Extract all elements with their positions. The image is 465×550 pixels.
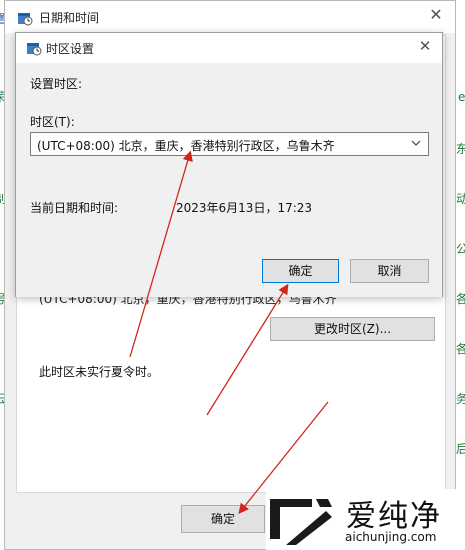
datetime-app-icon [17, 10, 33, 29]
chevron-down-icon [410, 136, 422, 153]
watermark-brand-cn: 爱纯净 [346, 499, 442, 534]
background-fragment: e [458, 90, 465, 104]
dialog-titlebar: 日期和时间 ✕ [5, 1, 455, 33]
dialog-title: 时区设置 [46, 42, 95, 56]
watermark-brand-en: aichunjing.com [345, 530, 437, 544]
cancel-button[interactable]: 取消 [350, 259, 429, 283]
timezone-label: 时区(T): [30, 115, 75, 129]
timezone-selected-value: (UTC+08:00) 北京，重庆，香港特别行政区，乌鲁木齐 [37, 139, 335, 153]
background-fragment: 公 [456, 242, 465, 256]
watermark-logo-icon [266, 493, 338, 550]
background-fragment: 东 [456, 142, 465, 156]
close-icon[interactable]: ✕ [427, 6, 445, 24]
background-fragment: 各 [456, 342, 465, 356]
close-icon[interactable]: ✕ [416, 37, 434, 55]
datetime-app-icon [26, 40, 42, 59]
watermark: 爱纯净 aichunjing.com [266, 489, 465, 550]
timezone-dropdown[interactable]: (UTC+08:00) 北京，重庆，香港特别行政区，乌鲁木齐 [30, 132, 429, 156]
current-datetime-label: 当前日期和时间: [30, 201, 119, 215]
dialog-titlebar: 时区设置 ✕ [16, 33, 442, 63]
background-fragment: 务 [456, 392, 465, 406]
background-fragment: 后 [456, 442, 465, 456]
dialog-title: 日期和时间 [39, 11, 100, 25]
background-fragment: 动 [456, 192, 465, 206]
settings-label: 设置时区: [30, 77, 83, 91]
ok-button[interactable]: 确定 [181, 505, 265, 533]
dst-note: 此时区未实行夏令时。 [39, 365, 160, 379]
change-timezone-button[interactable]: 更改时区(Z)... [270, 317, 435, 341]
background-fragment: 各 [456, 292, 465, 306]
ok-button[interactable]: 确定 [262, 259, 339, 283]
timezone-settings-dialog: 时区设置 ✕ 设置时区: 时区(T): (UTC+08:00) 北京，重庆，香港… [15, 32, 443, 297]
current-datetime-value: 2023年6月13日，17:23 [176, 201, 313, 215]
